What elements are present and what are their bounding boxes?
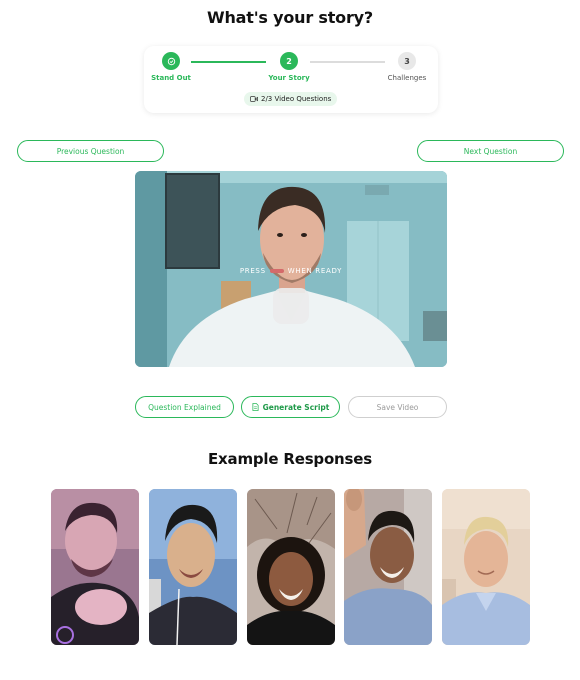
record-button[interactable] bbox=[273, 288, 309, 324]
generate-script-label: Generate Script bbox=[262, 402, 330, 412]
document-icon bbox=[252, 403, 259, 411]
step-your-story[interactable]: 2 Your Story bbox=[254, 52, 324, 82]
video-camera-icon bbox=[250, 96, 258, 102]
generate-script-button[interactable]: Generate Script bbox=[241, 396, 340, 418]
progress-stepper: Stand Out 2 Your Story 3 Challenges 2/3 … bbox=[144, 46, 438, 113]
step-number: 3 bbox=[398, 52, 416, 70]
example-response-2[interactable] bbox=[149, 489, 237, 645]
record-key-icon bbox=[269, 269, 284, 273]
press-label: PRESS bbox=[239, 267, 266, 275]
previous-question-button[interactable]: Previous Question bbox=[17, 140, 164, 162]
next-question-button[interactable]: Next Question bbox=[417, 140, 564, 162]
step-label: Challenges bbox=[387, 74, 427, 82]
step-challenges[interactable]: 3 Challenges bbox=[372, 52, 442, 82]
when-ready-label: WHEN READY bbox=[287, 267, 343, 275]
step-number: 2 bbox=[280, 52, 298, 70]
save-video-button[interactable]: Save Video bbox=[348, 396, 447, 418]
video-questions-badge: 2/3 Video Questions bbox=[244, 92, 338, 106]
question-explained-button[interactable]: Question Explained bbox=[135, 396, 234, 418]
step-label: Your Story bbox=[268, 74, 310, 82]
example-response-4[interactable] bbox=[344, 489, 432, 645]
example-response-1[interactable] bbox=[51, 489, 139, 645]
step-stand-out[interactable]: Stand Out bbox=[136, 52, 206, 82]
page-title: What's your story? bbox=[207, 8, 373, 27]
examples-title: Example Responses bbox=[208, 450, 372, 468]
webcam-preview: PRESS WHEN READY bbox=[135, 171, 447, 367]
example-response-5[interactable] bbox=[442, 489, 530, 645]
check-icon bbox=[162, 52, 180, 70]
video-questions-count: 2/3 Video Questions bbox=[261, 95, 332, 103]
press-when-ready-text: PRESS WHEN READY bbox=[135, 267, 447, 275]
example-response-3[interactable] bbox=[247, 489, 335, 645]
step-label: Stand Out bbox=[151, 74, 191, 82]
